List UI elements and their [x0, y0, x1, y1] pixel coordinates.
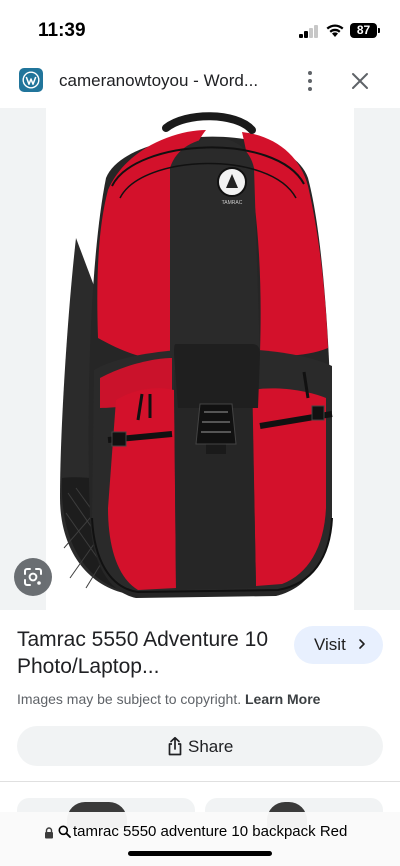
learn-more-link[interactable]: Learn More	[245, 691, 320, 707]
search-query-text[interactable]: tamrac 5550 adventure 10 backpack Red	[73, 823, 358, 840]
visit-button[interactable]: Visit	[294, 626, 383, 664]
copyright-notice: Images may be subject to copyright. Lear…	[17, 691, 320, 707]
address-bar[interactable]: tamrac 5550 adventure 10 backpack Red	[0, 812, 400, 866]
copyright-text: Images may be subject to copyright.	[17, 691, 242, 707]
cellular-signal-icon	[299, 25, 319, 38]
home-indicator[interactable]	[128, 851, 272, 856]
close-icon[interactable]	[349, 70, 371, 92]
result-header: cameranowtoyou - Word...	[0, 58, 400, 106]
battery-indicator: 87	[350, 23, 380, 38]
visit-label: Visit	[314, 635, 346, 654]
image-preview[interactable]: TAMRAC	[0, 108, 400, 610]
source-site-title[interactable]: cameranowtoyou - Word...	[59, 71, 258, 91]
more-vert-icon[interactable]	[300, 70, 320, 92]
status-time: 11:39	[38, 20, 86, 41]
share-label: Share	[188, 737, 234, 756]
share-button[interactable]: Share	[17, 726, 383, 766]
lock-icon	[45, 827, 53, 839]
chevron-right-icon	[359, 639, 365, 649]
wifi-icon	[325, 22, 345, 38]
google-lens-icon[interactable]	[14, 558, 52, 596]
product-title[interactable]: Tamrac 5550 Adventure 10 Photo/Laptop...	[17, 626, 287, 680]
svg-text:TAMRAC: TAMRAC	[222, 200, 243, 206]
share-icon	[168, 736, 182, 756]
backpack-image[interactable]: TAMRAC	[46, 108, 354, 610]
status-bar: 11:39 87	[0, 0, 400, 58]
wordpress-icon	[19, 68, 43, 92]
search-icon	[58, 825, 71, 838]
section-divider	[0, 781, 400, 782]
